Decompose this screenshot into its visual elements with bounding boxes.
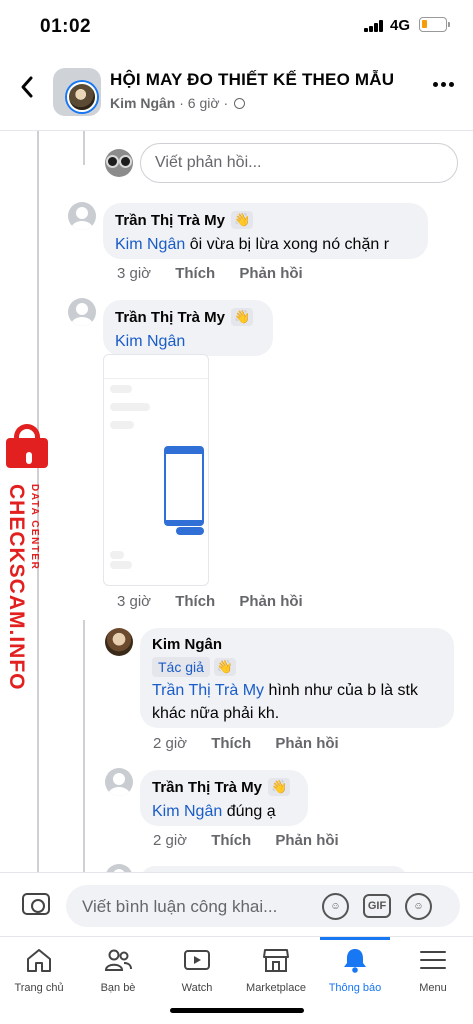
- reply-button[interactable]: Phản hồi: [275, 735, 338, 752]
- tab-notifications[interactable]: Thông báo: [315, 937, 395, 999]
- comment-input-placeholder: Viết bình luận công khai...: [82, 897, 278, 916]
- status-time: 01:02: [40, 16, 92, 37]
- tab-marketplace[interactable]: Marketplace: [236, 937, 316, 999]
- tab-label: Marketplace: [246, 982, 306, 994]
- bell-icon: [344, 949, 366, 973]
- tab-label: Thông báo: [328, 982, 382, 994]
- checkscam-watermark: CHECKSCAM.INFO DATA CENTER: [2, 424, 48, 691]
- comment-composer: Viết bình luận công khai... ☺ GIF ☺: [0, 872, 473, 936]
- mention-link[interactable]: Trần Thị Trà My: [152, 682, 264, 699]
- reply-input[interactable]: Viết phản hồi...: [140, 143, 458, 183]
- author-avatar: [67, 82, 97, 112]
- tab-label: Watch: [181, 982, 213, 994]
- thread-line: [83, 620, 85, 872]
- like-button[interactable]: Thích: [175, 265, 215, 282]
- comment-body: ôi vừa bị lừa xong nó chặn r: [189, 236, 390, 253]
- comment-text: Kim Ngân: [115, 330, 261, 353]
- camera-icon[interactable]: [22, 893, 50, 915]
- home-icon: [27, 949, 51, 972]
- like-button[interactable]: Thích: [211, 832, 251, 849]
- avatar-sticker-icon[interactable]: ☺: [322, 893, 349, 920]
- comment-input[interactable]: Viết bình luận công khai... ☺ GIF ☺: [66, 885, 460, 927]
- mention-link[interactable]: Kim Ngân: [152, 803, 222, 820]
- waving-hand-icon: 👋: [231, 308, 254, 326]
- commenter-avatar[interactable]: [105, 768, 133, 796]
- comment-bubble: Trần Thị Trà My 👋 Kim Ngân ôi vừa bị lừa…: [103, 203, 428, 259]
- comment-body: khác nữa phải kh.: [152, 705, 280, 722]
- more-options-button[interactable]: [433, 82, 455, 88]
- home-indicator: [170, 1008, 304, 1013]
- commenter-name[interactable]: Trần Thị Trà My: [115, 212, 225, 229]
- comment-body: đúng ạ: [226, 803, 276, 820]
- watermark-brand: CHECKSCAM.INFO: [5, 484, 28, 691]
- comment-text: Kim Ngân đúng ạ: [152, 800, 296, 823]
- reply-button[interactable]: Phản hồi: [239, 593, 302, 610]
- network-type: 4G: [390, 17, 411, 34]
- group-title[interactable]: HỘI MAY ĐO THIẾT KẾ THEO MẪU: [110, 70, 394, 90]
- thread-line: [83, 131, 85, 165]
- header-divider: [0, 130, 473, 131]
- author-badge: Tác giả: [152, 657, 210, 677]
- mention-link[interactable]: Kim Ngân: [115, 333, 185, 350]
- comment-bubble: Trần Thị Trà My 👋 Kim Ngân đúng ạ: [140, 770, 308, 826]
- comment-time: 2 giờ: [153, 735, 188, 752]
- comment-text: Trần Thị Trà My hình như của b là stk kh…: [152, 679, 442, 725]
- commenter-avatar[interactable]: [68, 202, 96, 230]
- comment-time: 3 giờ: [117, 265, 152, 282]
- chevron-left-icon: [21, 76, 33, 98]
- friends-icon: [104, 949, 132, 971]
- waving-hand-icon: 👋: [213, 658, 236, 676]
- post-meta: Kim Ngân · 6 giờ ·: [110, 95, 246, 111]
- marketplace-icon: [263, 949, 289, 972]
- tab-label: Bạn bè: [100, 982, 136, 994]
- commenter-name[interactable]: Kim Ngân: [152, 636, 222, 653]
- meta-separator: ·: [179, 95, 188, 111]
- reply-button[interactable]: Phản hồi: [239, 265, 302, 282]
- comment-bubble: Trần Thị Trà My 👋 Kim Ngân: [103, 300, 273, 356]
- like-button[interactable]: Thích: [211, 735, 251, 752]
- waving-hand-icon: 👋: [231, 211, 254, 229]
- menu-icon: [420, 951, 446, 969]
- signal-icon: [364, 20, 384, 32]
- comment-body: hình như của b là stk: [268, 682, 418, 699]
- tab-home[interactable]: Trang chủ: [0, 937, 79, 999]
- like-button[interactable]: Thích: [175, 593, 215, 610]
- meta-separator: ·: [223, 95, 233, 111]
- commenter-avatar[interactable]: [105, 628, 133, 656]
- globe-icon: [234, 98, 246, 109]
- post-header: HỘI MAY ĐO THIẾT KẾ THEO MẪU Kim Ngân · …: [0, 56, 473, 128]
- comment-bubble: Kim Ngân Tác giả 👋 Trần Thị Trà My hình …: [140, 628, 454, 728]
- group-avatar[interactable]: [53, 68, 101, 116]
- emoji-icon[interactable]: ☺: [405, 893, 432, 920]
- reply-button[interactable]: Phản hồi: [275, 832, 338, 849]
- commenter-avatar[interactable]: [68, 298, 96, 326]
- comment-actions: 2 giờ Thích Phản hồi: [153, 735, 359, 752]
- post-time: 6 giờ: [187, 95, 220, 111]
- comment-actions: 3 giờ Thích Phản hồi: [117, 265, 323, 282]
- comment-time: 2 giờ: [153, 832, 188, 849]
- comment-text: Kim Ngân ôi vừa bị lừa xong nó chặn r: [115, 233, 416, 256]
- watch-icon: [184, 950, 210, 970]
- gif-button[interactable]: GIF: [363, 894, 391, 918]
- comment-actions: 2 giờ Thích Phản hồi: [153, 832, 359, 849]
- comment-image[interactable]: [103, 354, 209, 586]
- battery-icon: [419, 17, 450, 32]
- post-author[interactable]: Kim Ngân: [110, 95, 175, 111]
- back-button[interactable]: [16, 72, 40, 102]
- tab-friends[interactable]: Bạn bè: [78, 937, 158, 999]
- lock-body: [6, 438, 48, 468]
- tab-menu[interactable]: Menu: [393, 937, 473, 999]
- watermark-sub: DATA CENTER: [29, 484, 40, 571]
- tab-label: Trang chủ: [14, 982, 64, 994]
- comment-actions: 3 giờ Thích Phản hồi: [117, 593, 323, 610]
- commenter-name[interactable]: Trần Thị Trà My: [115, 309, 225, 326]
- tab-watch[interactable]: Watch: [157, 937, 237, 999]
- comment-time: 3 giờ: [117, 593, 152, 610]
- current-user-avatar: [105, 149, 133, 177]
- commenter-name[interactable]: Trần Thị Trà My: [152, 779, 262, 796]
- tab-label: Menu: [419, 982, 447, 994]
- waving-hand-icon: 👋: [268, 778, 291, 796]
- mention-link[interactable]: Kim Ngân: [115, 236, 185, 253]
- status-bar: 01:02 4G: [0, 0, 473, 52]
